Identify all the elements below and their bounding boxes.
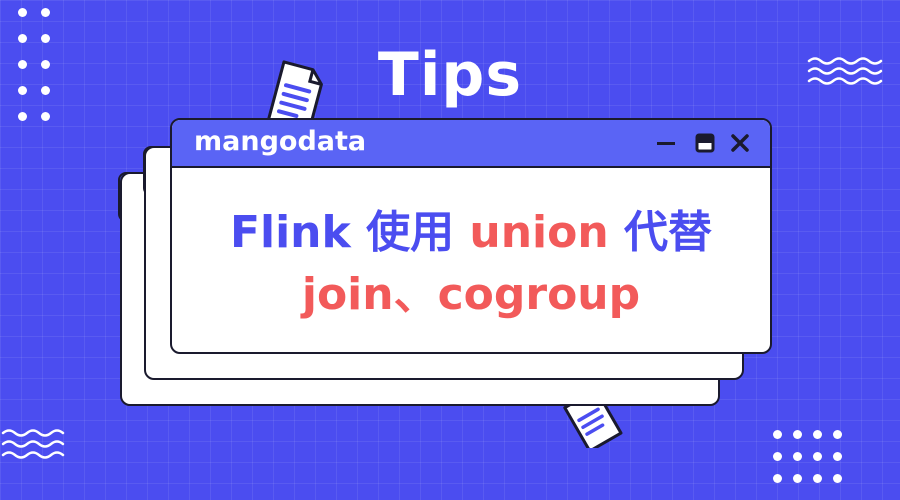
wave-decoration-bottom-left — [1, 429, 65, 459]
dot-grid-bottom-right — [773, 430, 863, 500]
page-title: Tips — [377, 40, 523, 110]
headline-replace-text: 代替 — [608, 207, 713, 258]
headline-line-2: join、cogroup — [301, 269, 641, 320]
headline-line-1: Flink 使用 union 代替 — [172, 196, 770, 260]
main-window: mangodata Flink 使用 union 代替 join、cogroup — [170, 118, 772, 354]
headline-union-text: union — [469, 207, 609, 258]
minimize-icon[interactable] — [655, 132, 677, 154]
app-name: mangodata — [194, 126, 367, 157]
headline-flink-text: Flink 使用 — [229, 207, 470, 258]
maximize-icon[interactable] — [694, 132, 716, 154]
close-icon[interactable] — [729, 132, 751, 154]
window-titlebar: mangodata — [172, 120, 770, 168]
